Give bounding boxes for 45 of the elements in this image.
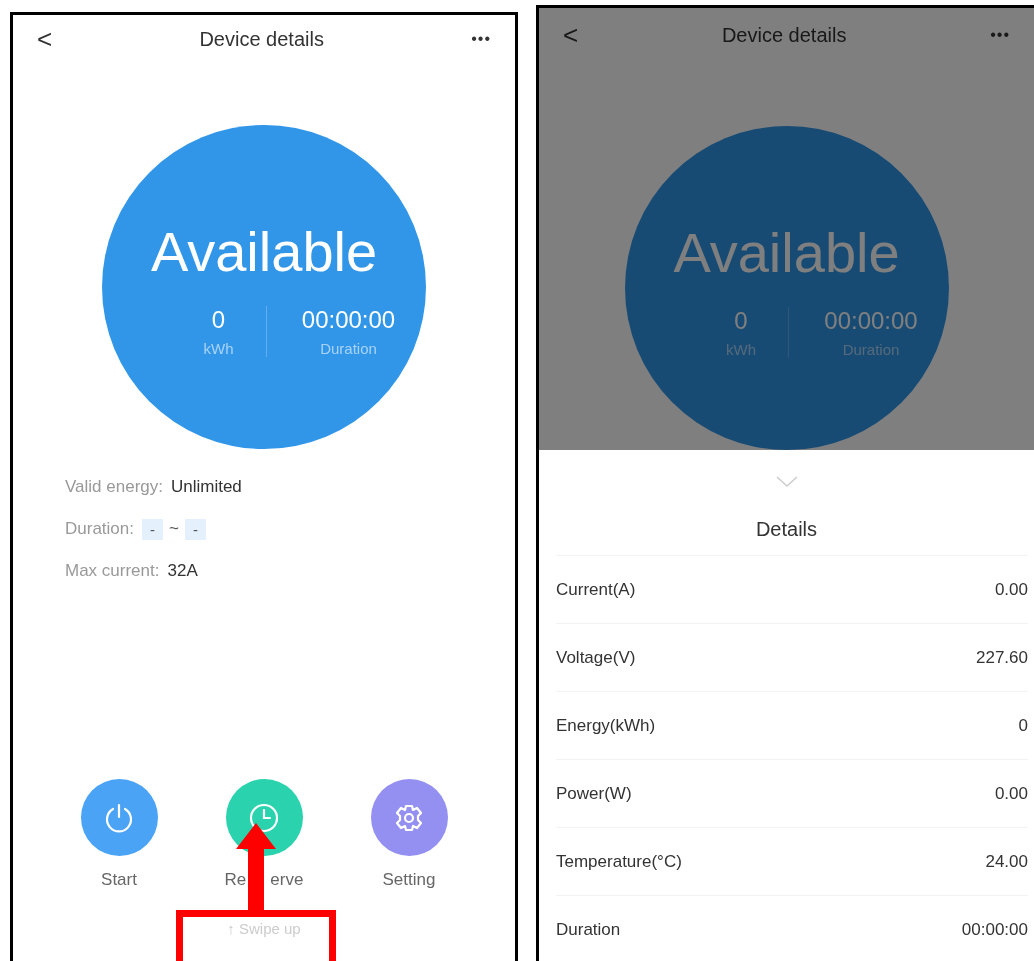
power-icon [104, 801, 134, 834]
start-time-field[interactable]: - [142, 518, 163, 540]
page-title: Device details [721, 23, 847, 47]
range-separator: ~ [169, 519, 179, 539]
detail-value: 24.00 [985, 851, 1028, 872]
energy-value: 0 [734, 307, 748, 335]
duration-value: 00:00:00 [824, 307, 918, 335]
info-label: Valid energy: [65, 477, 163, 497]
energy-unit: kWh [203, 340, 234, 357]
detail-label: Temperature(°C) [556, 851, 682, 872]
detail-label: Voltage(V) [556, 647, 636, 668]
gear-icon [394, 802, 424, 833]
back-button[interactable]: < [563, 19, 579, 51]
detail-value: 227.60 [976, 647, 1028, 668]
info-value: 32A [167, 561, 198, 581]
detail-label: Duration [556, 919, 621, 940]
action-label: Re [224, 870, 247, 890]
detail-value: 00:00:00 [961, 919, 1028, 940]
energy-unit: kWh [726, 341, 756, 358]
more-button[interactable]: ••• [990, 26, 1010, 44]
detail-label: Power(W) [556, 783, 632, 804]
detail-value: 0 [1018, 715, 1028, 736]
action-label: erve [270, 870, 304, 890]
info-label: Max current: [65, 561, 160, 581]
more-button[interactable]: ••• [471, 30, 491, 48]
duration-label: Duration [320, 340, 377, 357]
detail-label: Energy(kWh) [556, 715, 656, 736]
detail-label: Current(A) [556, 579, 636, 600]
end-time-field[interactable]: - [184, 518, 206, 540]
action-label: Start [101, 870, 137, 890]
chevron-down-icon[interactable] [775, 476, 798, 488]
status-text: Available [150, 219, 378, 284]
action-label: Setting [382, 870, 436, 890]
back-button[interactable]: < [37, 23, 53, 55]
status-text: Available [673, 220, 900, 285]
sheet-title: Details [755, 518, 818, 541]
energy-value: 0 [211, 306, 226, 334]
info-value: Unlimited [170, 477, 242, 497]
page-title: Device details [199, 27, 324, 51]
detail-value: 0.00 [994, 783, 1028, 804]
duration-label: Duration [842, 341, 900, 358]
duration-value: 00:00:00 [301, 306, 396, 334]
clock-icon [248, 801, 280, 834]
info-label: Duration: [65, 519, 134, 539]
detail-value: 0.00 [994, 579, 1028, 600]
